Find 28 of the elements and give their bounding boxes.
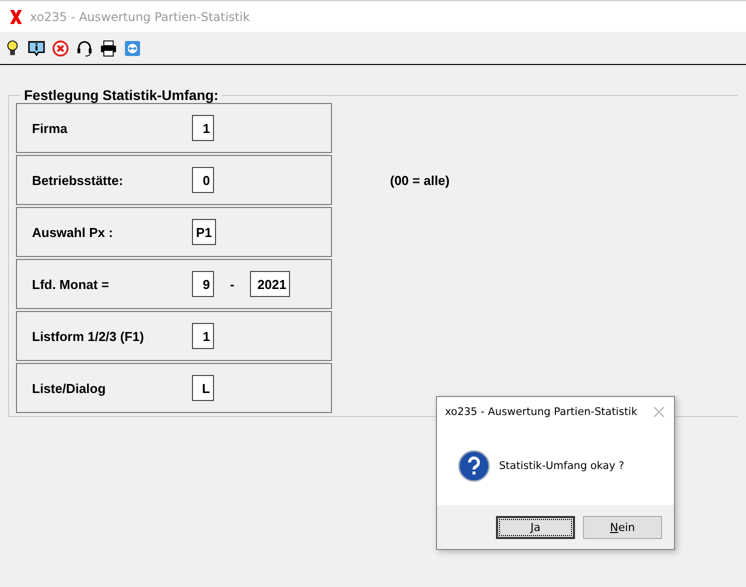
field-label: Listform 1/2/3 (F1) — [32, 328, 145, 344]
question-icon — [458, 450, 490, 482]
separator: - — [230, 276, 234, 292]
window-title: xo235 - Auswertung Partien-Statistik — [30, 10, 250, 24]
cancel-icon[interactable] — [52, 40, 69, 56]
dialog-message: Statistik-Umfang okay ? — [499, 460, 624, 472]
input-field[interactable]: 9 — [192, 271, 214, 297]
dialog-title: xo235 - Auswertung Partien-Statistik — [445, 406, 638, 418]
printer-icon[interactable] — [100, 40, 117, 56]
no-button[interactable]: Nein — [583, 516, 662, 538]
input-field[interactable]: L — [192, 375, 214, 401]
input-field[interactable]: 1 — [192, 323, 214, 349]
field-label: Lfd. Monat = — [32, 276, 110, 292]
input-field[interactable]: P1 — [192, 219, 216, 245]
info-icon[interactable] — [28, 40, 45, 56]
group-title: Festlegung Statistik-Umfang: — [23, 87, 220, 103]
hint-text: (00 = alle) — [390, 172, 450, 188]
field-label: Liste/Dialog — [32, 380, 107, 396]
input-field[interactable]: 1 — [192, 115, 214, 141]
field-label: Firma — [32, 120, 68, 136]
remote-icon[interactable] — [124, 40, 141, 56]
app-logo-icon — [9, 8, 23, 24]
input-field[interactable]: 0 — [192, 167, 214, 193]
field-label: Betriebsstätte: — [32, 172, 124, 188]
headset-icon[interactable] — [76, 40, 93, 56]
input-field[interactable]: 2021 — [250, 271, 290, 297]
field-label: Auswahl Px : — [32, 224, 114, 240]
yes-button[interactable]: Ja — [496, 516, 575, 538]
